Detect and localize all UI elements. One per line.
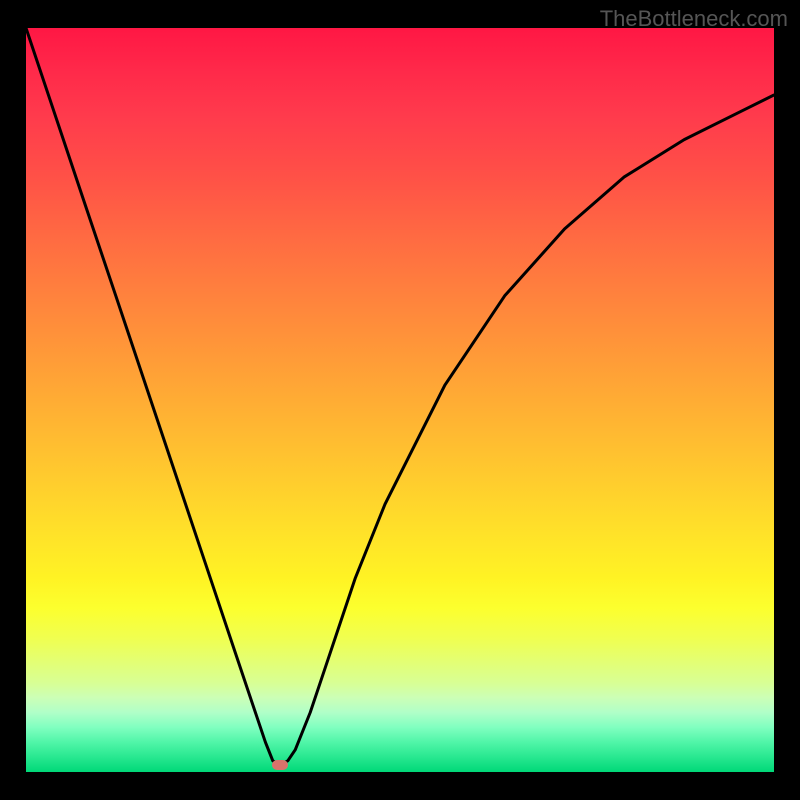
bottleneck-curve: [26, 28, 774, 765]
optimal-point-marker: [272, 760, 288, 770]
chart-curve-svg: [26, 28, 774, 772]
chart-plot-area: [26, 28, 774, 772]
watermark-text: TheBottleneck.com: [600, 6, 788, 32]
